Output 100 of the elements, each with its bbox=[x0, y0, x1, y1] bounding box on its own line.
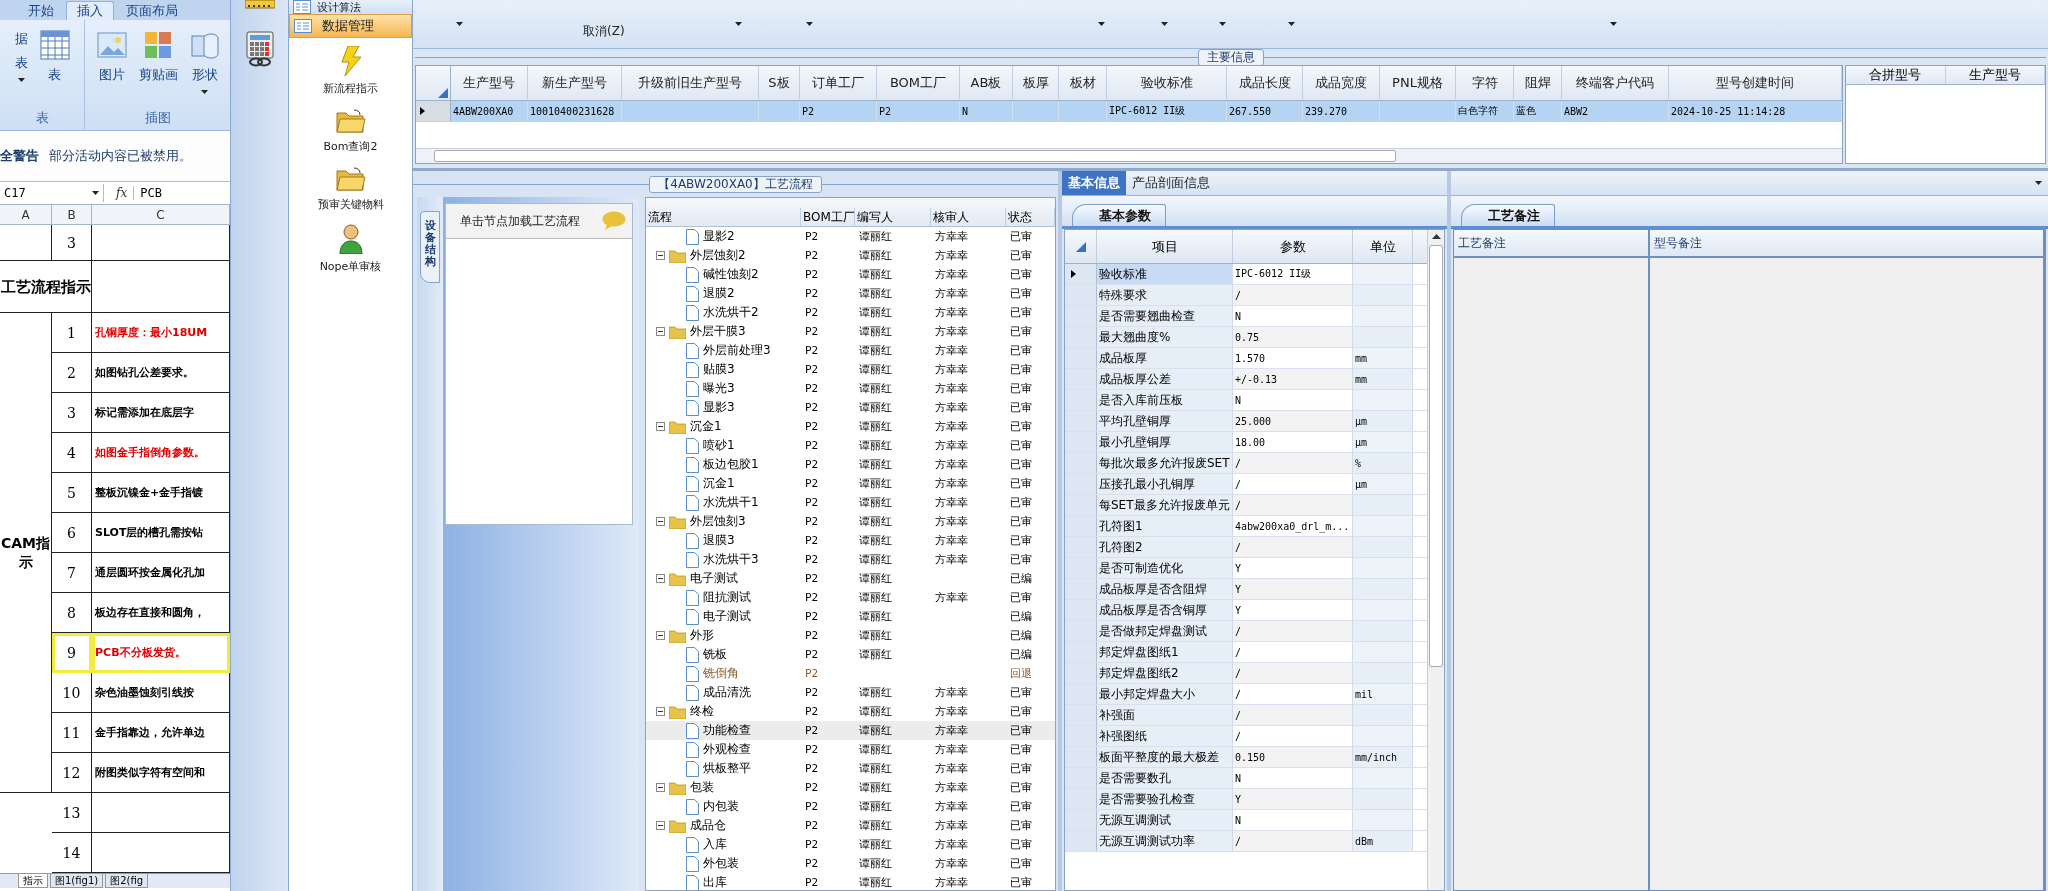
parameter-name[interactable]: 成品板厚公差 bbox=[1097, 369, 1233, 389]
column-header[interactable]: 终端客户代码 bbox=[1562, 66, 1669, 100]
parameter-name[interactable]: 特殊要求 bbox=[1097, 285, 1233, 305]
vertical-scrollbar[interactable] bbox=[1427, 230, 1444, 890]
column-header[interactable]: 阻焊 bbox=[1514, 66, 1562, 100]
nav-item[interactable]: 预审关键物料 bbox=[289, 158, 412, 216]
column-header[interactable]: 板厚 bbox=[1013, 66, 1059, 100]
scroll-up-icon[interactable] bbox=[1431, 234, 1441, 239]
parameter-name[interactable]: 邦定焊盘图纸2 bbox=[1097, 663, 1233, 683]
parameter-name[interactable]: 板面平整度的最大极差 bbox=[1097, 747, 1233, 767]
column-header[interactable]: AB板 bbox=[960, 66, 1013, 100]
column-header[interactable]: 合拼型号 bbox=[1846, 66, 1946, 84]
column-header[interactable]: BOM工厂 bbox=[877, 66, 960, 100]
parameter-name[interactable]: 成品板厚 bbox=[1097, 348, 1233, 368]
column-header[interactable]: 板材 bbox=[1059, 66, 1107, 100]
name-box[interactable]: C17 bbox=[0, 184, 104, 202]
column-header[interactable]: 工艺备注 bbox=[1454, 230, 1650, 256]
parameter-name[interactable]: 每批次最多允许报废SET bbox=[1097, 453, 1233, 473]
parameter-name[interactable]: 平均孔壁铜厚 bbox=[1097, 411, 1233, 431]
ribbon-tab[interactable]: 开始 bbox=[18, 1, 64, 20]
toolbar-icon[interactable] bbox=[244, 0, 275, 9]
column-header[interactable]: S板 bbox=[759, 66, 800, 100]
horizontal-scrollbar[interactable] bbox=[416, 148, 1842, 163]
parameter-name[interactable]: 是否做邦定焊盘测试 bbox=[1097, 621, 1233, 641]
column-header[interactable]: 升级前旧生产型号 bbox=[622, 66, 759, 100]
sheet-tab[interactable]: 图2(fig bbox=[105, 874, 149, 888]
collapse-icon[interactable] bbox=[656, 327, 665, 336]
collapse-icon[interactable] bbox=[656, 821, 665, 830]
collapse-icon[interactable] bbox=[656, 422, 665, 431]
sub-tab[interactable]: 工艺备注 bbox=[1461, 204, 1555, 226]
collapse-icon[interactable] bbox=[656, 707, 665, 716]
collapse-icon[interactable] bbox=[656, 631, 665, 640]
collapse-icon[interactable] bbox=[656, 574, 665, 583]
column-header[interactable]: 项目 bbox=[1097, 230, 1233, 263]
column-header[interactable]: 核审人 bbox=[931, 208, 1006, 226]
column-header[interactable]: 单位 bbox=[1353, 230, 1413, 263]
column-header[interactable]: 成品长度 bbox=[1227, 66, 1303, 100]
column-header[interactable]: A bbox=[0, 205, 52, 225]
nav-item[interactable]: 新流程指示 bbox=[289, 38, 412, 100]
column-header[interactable]: 型号备注 bbox=[1650, 230, 2045, 256]
collapse-icon[interactable] bbox=[656, 517, 665, 526]
column-header[interactable]: 编写人 bbox=[855, 208, 931, 226]
formula-field[interactable]: PCB bbox=[140, 186, 162, 200]
column-header[interactable]: 型号创建时间 bbox=[1669, 66, 1842, 100]
parameter-name[interactable]: 最小孔壁铜厚 bbox=[1097, 432, 1233, 452]
nav-item[interactable]: Nope单审核 bbox=[289, 216, 412, 278]
column-header[interactable]: 参数 bbox=[1233, 230, 1353, 263]
column-header[interactable]: PNL规格 bbox=[1380, 66, 1456, 100]
sub-tab[interactable]: 基本参数 bbox=[1072, 204, 1166, 226]
column-header[interactable]: 新生产型号 bbox=[528, 66, 622, 100]
nav-section-header[interactable]: 设计算法 bbox=[289, 0, 412, 14]
parameter-name[interactable]: 无源互调测试功率 bbox=[1097, 831, 1233, 851]
parameter-name[interactable]: 邦定焊盘图纸1 bbox=[1097, 642, 1233, 662]
ribbon-button[interactable]: 形状 bbox=[187, 28, 222, 106]
parameter-name[interactable]: 成品板厚是否含铜厚 bbox=[1097, 600, 1233, 620]
column-header[interactable]: 生产型号 bbox=[451, 66, 528, 100]
ribbon-tab[interactable]: 页面布局 bbox=[116, 1, 188, 20]
sheet-tab[interactable]: 图1(fig1) bbox=[50, 874, 104, 888]
parameter-name[interactable]: 最大翘曲度% bbox=[1097, 327, 1233, 347]
nav-section-header[interactable]: 数据管理 bbox=[289, 14, 412, 38]
ribbon-button[interactable]: 表 bbox=[37, 28, 72, 106]
side-tab[interactable]: 设备结构 bbox=[420, 211, 440, 284]
collapse-icon[interactable] bbox=[656, 783, 665, 792]
ribbon-tab[interactable]: 插入 bbox=[66, 1, 114, 20]
parameter-name[interactable]: 是否需要翘曲检查 bbox=[1097, 306, 1233, 326]
table-row[interactable]: 4ABW200XA0 10010400231628 P2 P2 N IPC-6012 II级 267.550 239.270 白色字符 蓝色 ABW2 2024-10-25 11:14:28 bbox=[416, 101, 1842, 122]
parameter-name[interactable]: 验收标准 bbox=[1097, 264, 1233, 284]
column-header[interactable]: 订单工厂 bbox=[800, 66, 877, 100]
column-header[interactable]: 流程 bbox=[646, 208, 801, 226]
parameter-name[interactable]: 压接孔最小孔铜厚 bbox=[1097, 474, 1233, 494]
ribbon-button[interactable]: 据 表 bbox=[12, 28, 30, 106]
ribbon-button[interactable]: 图片 bbox=[94, 28, 129, 106]
parameter-name[interactable]: 成品板厚是否含阻焊 bbox=[1097, 579, 1233, 599]
parameter-name[interactable]: 孔符图1 bbox=[1097, 516, 1233, 536]
parameter-name[interactable]: 孔符图2 bbox=[1097, 537, 1233, 557]
parameter-name[interactable]: 是否入库前压板 bbox=[1097, 390, 1233, 410]
nav-item[interactable]: Bom查询2 bbox=[289, 100, 412, 158]
column-header[interactable]: 字符 bbox=[1456, 66, 1514, 100]
tree-row[interactable]: 功能检查 P2 谭丽红 方幸幸 已审 bbox=[646, 721, 1055, 740]
column-header[interactable]: C bbox=[92, 205, 230, 225]
ribbon-button[interactable]: 剪贴画 bbox=[136, 28, 180, 106]
column-header[interactable]: 验收标准 bbox=[1107, 66, 1227, 100]
column-header[interactable]: 成品宽度 bbox=[1303, 66, 1380, 100]
parameter-name[interactable]: 是否需要数孔 bbox=[1097, 768, 1233, 788]
parameter-name[interactable]: 是否可制造优化 bbox=[1097, 558, 1233, 578]
column-header[interactable]: BOM工厂 bbox=[801, 208, 855, 226]
column-header[interactable]: B bbox=[52, 205, 92, 225]
panel-tab[interactable]: 产品剖面信息 bbox=[1126, 171, 1216, 195]
parameter-name[interactable]: 补强面 bbox=[1097, 705, 1233, 725]
column-header[interactable]: 生产型号 bbox=[1945, 66, 2045, 84]
column-header[interactable]: 状态 bbox=[1006, 208, 1055, 226]
panel-tab[interactable]: 基本信息 bbox=[1062, 171, 1126, 195]
cancel-button[interactable]: 取消(Z) bbox=[583, 8, 625, 40]
sheet-tab[interactable]: 指示 bbox=[18, 874, 48, 888]
collapse-icon[interactable] bbox=[656, 251, 665, 260]
parameter-name[interactable]: 无源互调测试 bbox=[1097, 810, 1233, 830]
parameter-name[interactable]: 补强图纸 bbox=[1097, 726, 1233, 746]
parameter-name[interactable]: 每SET最多允许报废单元 bbox=[1097, 495, 1233, 515]
parameter-name[interactable]: 是否需要验孔检查 bbox=[1097, 789, 1233, 809]
parameter-name[interactable]: 最小邦定焊盘大小 bbox=[1097, 684, 1233, 704]
